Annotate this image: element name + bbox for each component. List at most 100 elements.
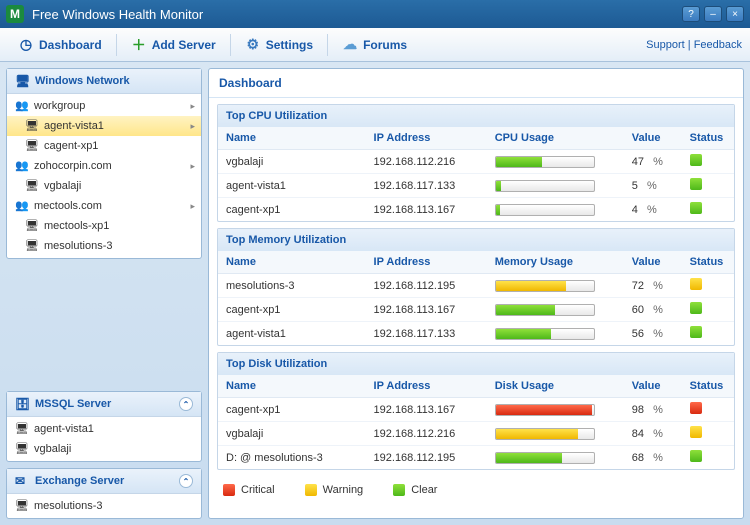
cell-name: cagent-xp1 [218, 198, 366, 222]
progress-bar [495, 156, 595, 168]
cell-name: cagent-xp1 [218, 298, 366, 322]
collapse-icon[interactable]: ⌃ [179, 397, 193, 411]
tree-item-cagent-xp1[interactable]: 🖥cagent-xp1 [7, 136, 201, 156]
feedback-link[interactable]: Feedback [694, 39, 742, 51]
cell-status [682, 274, 734, 298]
cell-value: 47 % [624, 150, 682, 174]
legend-warning: Warning [323, 484, 364, 496]
col-usage[interactable]: Memory Usage [487, 251, 624, 274]
exchange-icon: ✉ [15, 474, 29, 488]
tree-item-mectools-com[interactable]: 👥mectools.com▸ [7, 196, 201, 216]
col-ip[interactable]: IP Address [366, 375, 487, 398]
dashboard-label: Dashboard [39, 38, 102, 52]
minimize-button[interactable]: – [704, 6, 722, 22]
col-status[interactable]: Status [682, 375, 734, 398]
list-item[interactable]: 🖥vgbalaji [7, 439, 201, 459]
progress-bar [495, 304, 595, 316]
close-button[interactable]: × [726, 6, 744, 22]
data-table: NameIP AddressMemory UsageValueStatusmes… [218, 251, 734, 345]
dashboard-icon: ◷ [18, 37, 34, 53]
list-label: vgbalaji [34, 443, 71, 455]
cell-usage [487, 322, 624, 346]
pc-icon: 🖥 [25, 239, 39, 253]
list-item[interactable]: 🖥agent-vista1 [7, 419, 201, 439]
cell-name: mesolutions-3 [218, 274, 366, 298]
cell-ip: 192.168.112.195 [366, 446, 487, 470]
help-button[interactable]: ? [682, 6, 700, 22]
cell-status [682, 322, 734, 346]
cell-value: 5 % [624, 174, 682, 198]
col-value[interactable]: Value [624, 251, 682, 274]
cell-value: 84 % [624, 422, 682, 446]
critical-icon [223, 484, 235, 496]
header-links: Support | Feedback [646, 39, 742, 51]
cell-ip: 192.168.112.216 [366, 422, 487, 446]
add-server-icon: ＋ [131, 37, 147, 53]
cell-value: 56 % [624, 322, 682, 346]
cell-usage [487, 198, 624, 222]
col-value[interactable]: Value [624, 375, 682, 398]
app-logo-icon: M [6, 5, 24, 23]
status-icon [690, 178, 702, 190]
group-icon: 👥 [15, 159, 29, 173]
settings-label: Settings [266, 38, 313, 52]
col-usage[interactable]: CPU Usage [487, 127, 624, 150]
tree-item-vgbalaji[interactable]: 🖥vgbalaji [7, 176, 201, 196]
col-name[interactable]: Name [218, 251, 366, 274]
tree-item-agent-vista1[interactable]: 🖥agent-vista1▸ [7, 116, 201, 136]
col-status[interactable]: Status [682, 127, 734, 150]
table-row[interactable]: vgbalaji192.168.112.216 84 % [218, 422, 734, 446]
page-title: Dashboard [209, 69, 743, 98]
progress-bar [495, 404, 595, 416]
table-row[interactable]: cagent-xp1192.168.113.16760 % [218, 298, 734, 322]
tree-item-mectools-xp1[interactable]: 🖥mectools-xp1 [7, 216, 201, 236]
chevron-right-icon: ▸ [190, 121, 195, 132]
tree-item-zohocorpin-com[interactable]: 👥zohocorpin.com▸ [7, 156, 201, 176]
forums-button[interactable]: ☁ Forums [332, 33, 417, 57]
status-icon [690, 278, 702, 290]
add-server-button[interactable]: ＋ Add Server [121, 33, 226, 57]
table-row[interactable]: cagent-xp1192.168.113.1674 % [218, 198, 734, 222]
col-name[interactable]: Name [218, 127, 366, 150]
table-row[interactable]: cagent-xp1192.168.113.16798 % [218, 398, 734, 422]
status-icon [690, 302, 702, 314]
legend-clear: Clear [411, 484, 437, 496]
cell-status [682, 150, 734, 174]
col-ip[interactable]: IP Address [366, 127, 487, 150]
table-row[interactable]: D: @ mesolutions-3192.168.112.19568 % [218, 446, 734, 470]
progress-bar [495, 328, 595, 340]
tree-label: agent-vista1 [44, 120, 104, 132]
table-row[interactable]: vgbalaji192.168.112.21647 % [218, 150, 734, 174]
cell-ip: 192.168.112.195 [366, 274, 487, 298]
col-value[interactable]: Value [624, 127, 682, 150]
tree-item-workgroup[interactable]: 👥workgroup▸ [7, 96, 201, 116]
network-title: Windows Network [35, 75, 130, 87]
table-row[interactable]: agent-vista1192.168.117.13356 % [218, 322, 734, 346]
settings-button[interactable]: ⚙ Settings [235, 33, 323, 57]
col-usage[interactable]: Disk Usage [487, 375, 624, 398]
cell-name: agent-vista1 [218, 174, 366, 198]
pc-icon: 🖥 [25, 179, 39, 193]
title-bar: M Free Windows Health Monitor ? – × [0, 0, 750, 28]
col-ip[interactable]: IP Address [366, 251, 487, 274]
cell-status [682, 174, 734, 198]
cell-ip: 192.168.113.167 [366, 398, 487, 422]
list-item[interactable]: 🖥mesolutions-3 [7, 496, 201, 516]
warning-icon [305, 484, 317, 496]
col-name[interactable]: Name [218, 375, 366, 398]
support-link[interactable]: Support [646, 39, 685, 51]
legend-critical: Critical [241, 484, 275, 496]
tree-item-mesolutions-3[interactable]: 🖥mesolutions-3 [7, 236, 201, 256]
col-status[interactable]: Status [682, 251, 734, 274]
table-row[interactable]: mesolutions-3192.168.112.19572 % [218, 274, 734, 298]
pc-icon: 🖥 [25, 139, 39, 153]
cpu-section: Top CPU UtilizationNameIP AddressCPU Usa… [217, 104, 735, 222]
pc-icon: 🖥 [25, 219, 39, 233]
chevron-right-icon: ▸ [190, 201, 195, 212]
collapse-icon[interactable]: ⌃ [179, 474, 193, 488]
dashboard-button[interactable]: ◷ Dashboard [8, 33, 112, 57]
data-table: NameIP AddressDisk UsageValueStatuscagen… [218, 375, 734, 469]
db-icon: 🗄 [15, 397, 29, 411]
table-row[interactable]: agent-vista1192.168.117.1335 % [218, 174, 734, 198]
cell-name: vgbalaji [218, 422, 366, 446]
